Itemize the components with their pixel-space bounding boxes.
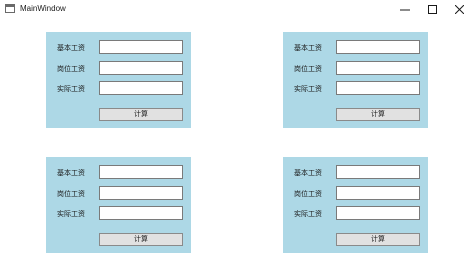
calculate-button[interactable]: 计算 bbox=[336, 233, 420, 246]
actual-salary-label: 实际工资 bbox=[57, 210, 85, 218]
actual-salary-input[interactable] bbox=[336, 206, 420, 220]
position-salary-input[interactable] bbox=[336, 61, 420, 75]
base-salary-label: 基本工资 bbox=[294, 169, 322, 177]
position-salary-label: 岗位工资 bbox=[57, 65, 85, 73]
title-bar[interactable]: MainWindow bbox=[0, 0, 474, 19]
position-salary-input[interactable] bbox=[336, 186, 420, 200]
close-button[interactable] bbox=[444, 0, 474, 19]
actual-salary-label: 实际工资 bbox=[294, 210, 322, 218]
calculate-button[interactable]: 计算 bbox=[99, 108, 183, 121]
base-salary-label: 基本工资 bbox=[57, 44, 85, 52]
salary-panel-bottom-left: 基本工资 岗位工资 实际工资 计算 bbox=[46, 157, 191, 253]
actual-salary-label: 实际工资 bbox=[57, 85, 85, 93]
base-salary-input[interactable] bbox=[336, 40, 420, 54]
main-window: MainWindow 基本工资 岗位工资 实际工资 计算 基本工资 岗位工资 实… bbox=[0, 0, 474, 267]
maximize-icon bbox=[427, 5, 437, 14]
position-salary-label: 岗位工资 bbox=[294, 65, 322, 73]
actual-salary-input[interactable] bbox=[99, 206, 183, 220]
salary-panel-top-right: 基本工资 岗位工资 实际工资 计算 bbox=[283, 32, 428, 128]
position-salary-label: 岗位工资 bbox=[294, 190, 322, 198]
base-salary-label: 基本工资 bbox=[57, 169, 85, 177]
actual-salary-label: 实际工资 bbox=[294, 85, 322, 93]
calculate-button[interactable]: 计算 bbox=[336, 108, 420, 121]
window-title: MainWindow bbox=[20, 4, 66, 13]
base-salary-input[interactable] bbox=[336, 165, 420, 179]
minimize-button[interactable] bbox=[390, 0, 420, 19]
position-salary-input[interactable] bbox=[99, 186, 183, 200]
window-icon[interactable] bbox=[5, 4, 15, 13]
maximize-button[interactable] bbox=[417, 0, 447, 19]
calculate-button[interactable]: 计算 bbox=[99, 233, 183, 246]
base-salary-input[interactable] bbox=[99, 40, 183, 54]
position-salary-input[interactable] bbox=[99, 61, 183, 75]
salary-panel-top-left: 基本工资 岗位工资 实际工资 计算 bbox=[46, 32, 191, 128]
actual-salary-input[interactable] bbox=[336, 81, 420, 95]
base-salary-label: 基本工资 bbox=[294, 44, 322, 52]
actual-salary-input[interactable] bbox=[99, 81, 183, 95]
base-salary-input[interactable] bbox=[99, 165, 183, 179]
position-salary-label: 岗位工资 bbox=[57, 190, 85, 198]
minimize-icon bbox=[400, 9, 410, 10]
close-icon bbox=[454, 5, 464, 14]
salary-panel-bottom-right: 基本工资 岗位工资 实际工资 计算 bbox=[283, 157, 428, 253]
